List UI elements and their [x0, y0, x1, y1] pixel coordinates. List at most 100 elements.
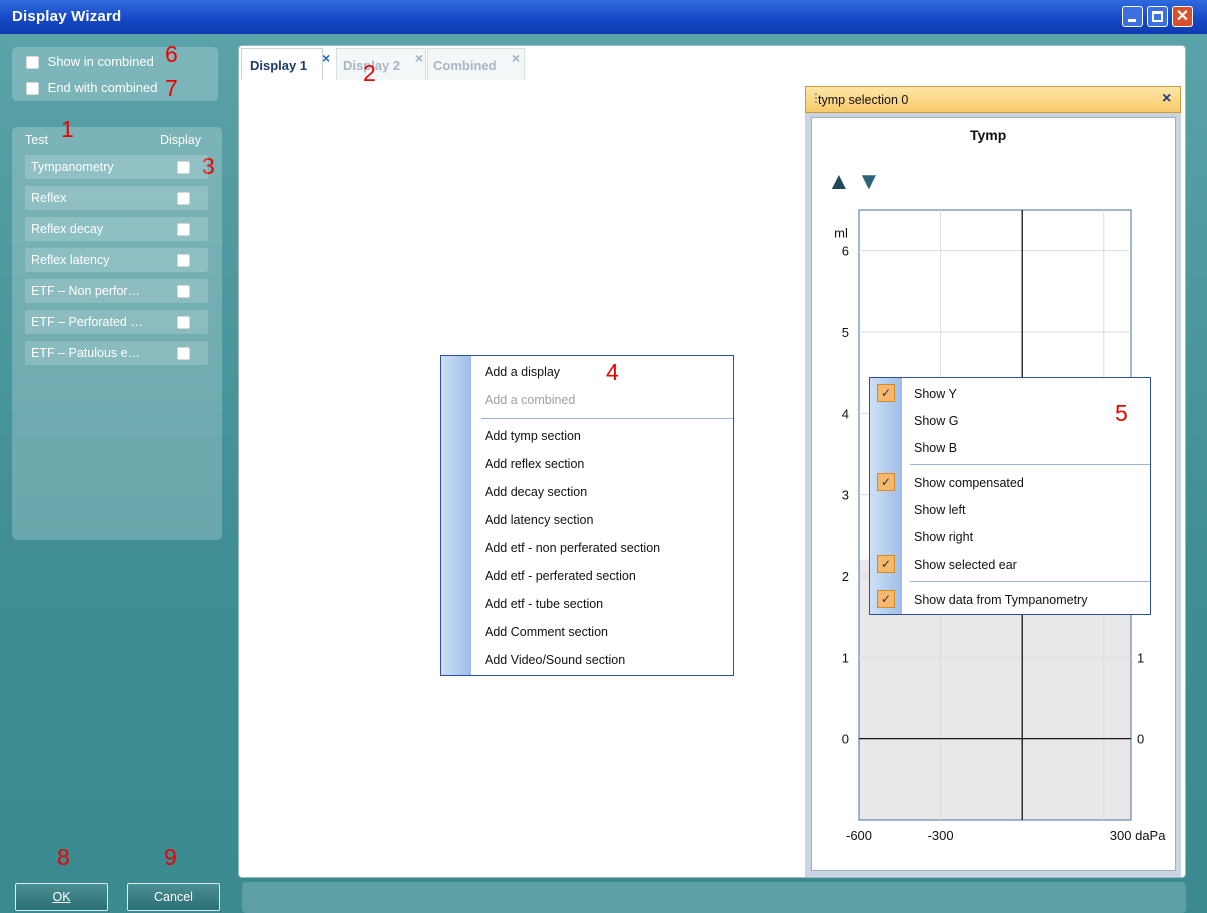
menu-item-add-etf-tube[interactable]: Add etf - tube section — [485, 597, 603, 611]
callout-4: 4 — [606, 359, 619, 385]
menu-item-add-etf-non-perferated[interactable]: Add etf - non perferated section — [485, 541, 660, 555]
test-item-label: Reflex latency — [31, 253, 110, 267]
menu-item-add-etf-perferated[interactable]: Add etf - perferated section — [485, 569, 636, 583]
tymp-menu-item[interactable]: ✓ Show selected ear — [870, 555, 1150, 575]
menu-item-add-combined: Add a combined — [485, 393, 576, 407]
tymp-menu-item[interactable]: ✓ Show data from Tympanometry — [870, 590, 1150, 610]
tymp-options-menu: ✓ Show Y Show G Show B ✓ Show compensated Show… — [869, 377, 1151, 615]
show-in-combined-option[interactable]: Show in combined — [26, 54, 154, 70]
display-checkbox[interactable] — [177, 254, 190, 267]
menu-item-add-reflex-section[interactable]: Add reflex section — [485, 457, 584, 471]
tymp-section-title: tymp selection 0 — [818, 93, 909, 107]
tymp-menu-item-label: Show Y — [914, 387, 957, 401]
display-checkbox[interactable] — [177, 347, 190, 360]
tab-combined-label: Combined — [433, 58, 497, 73]
end-with-combined-option[interactable]: End with combined — [26, 80, 158, 96]
y-axis-label: ml — [834, 226, 848, 241]
show-in-combined-label: Show in combined — [47, 54, 154, 69]
test-item-label: ETF – Patulous e… — [31, 346, 141, 360]
y-tick-label: 6 — [842, 244, 849, 259]
tymp-chart-title: Tymp — [970, 127, 1007, 143]
title-bar[interactable]: Display Wizard ✕ — [0, 0, 1207, 34]
y-tick-label: 5 — [842, 325, 849, 340]
menu-separator — [910, 581, 1150, 582]
test-item-tympanometry[interactable]: Tympanometry — [25, 155, 208, 179]
test-item-reflex-decay[interactable]: Reflex decay — [25, 217, 208, 241]
x-tick-label: -300 — [928, 828, 954, 843]
tab-display-2-close-icon[interactable]: × — [415, 50, 423, 66]
menu-icon-strip — [441, 356, 471, 675]
end-with-combined-label: End with combined — [47, 80, 158, 95]
tymp-menu-item-label: Show left — [914, 503, 966, 517]
close-window-button[interactable]: ✕ — [1172, 6, 1193, 27]
tymp-section-header[interactable]: ⋮ tymp selection 0 × — [805, 86, 1181, 113]
add-section-context-menu: Add a display Add a combined Add tymp se… — [440, 355, 734, 676]
test-item-label: ETF – Perforated … — [31, 315, 143, 329]
minimize-button[interactable] — [1122, 6, 1143, 27]
tab-display-1-label: Display 1 — [250, 58, 308, 73]
test-item-etf-non-perforated[interactable]: ETF – Non perfor… — [25, 279, 208, 303]
checkmark-icon: ✓ — [877, 384, 895, 402]
menu-item-add-tymp-section[interactable]: Add tymp section — [485, 429, 581, 443]
tymp-menu-item-label: Show B — [914, 441, 958, 455]
tymp-menu-item[interactable]: Show B — [870, 438, 1150, 458]
tymp-menu-item[interactable]: Show right — [870, 527, 1150, 547]
y-tick-label: 0 — [842, 732, 849, 747]
y-tick-label: 2 — [842, 569, 849, 584]
x-tick-label: 300 daPa — [1110, 828, 1166, 843]
test-item-label: Reflex decay — [31, 222, 104, 236]
checkmark-icon: ✓ — [877, 590, 895, 608]
tymp-menu-item-label: Show compensated — [914, 476, 1024, 490]
display-checkbox[interactable] — [177, 192, 190, 205]
callout-2: 2 — [363, 60, 376, 86]
callout-1: 1 — [61, 116, 74, 142]
tymp-menu-item-label: Show data from Tympanometry — [914, 593, 1088, 607]
test-item-label: Tympanometry — [31, 160, 114, 174]
x-tick-label: -600 — [846, 828, 872, 843]
tymp-menu-item-label: Show selected ear — [914, 558, 1017, 572]
menu-item-add-display[interactable]: Add a display — [485, 365, 560, 379]
window-title: Display Wizard — [12, 8, 122, 25]
checkmark-icon: ✓ — [877, 473, 895, 491]
display-checkbox[interactable] — [177, 285, 190, 298]
y-tick-label: 4 — [842, 406, 849, 421]
tymp-menu-item[interactable]: Show left — [870, 500, 1150, 520]
menu-item-add-comment[interactable]: Add Comment section — [485, 625, 608, 639]
tymp-menu-item[interactable]: Show G — [870, 411, 1150, 431]
test-item-etf-patulous[interactable]: ETF – Patulous e… — [25, 341, 208, 365]
tab-display-1-close-icon[interactable]: × — [322, 50, 330, 66]
callout-6: 6 — [165, 41, 178, 67]
menu-separator — [910, 464, 1150, 465]
callout-9: 9 — [164, 844, 177, 870]
test-item-reflex-latency[interactable]: Reflex latency — [25, 248, 208, 272]
test-item-label: Reflex — [31, 191, 67, 205]
ok-button[interactable]: OK — [15, 883, 108, 911]
display-checkbox[interactable] — [177, 316, 190, 329]
show-in-combined-checkbox[interactable] — [26, 56, 39, 70]
menu-item-add-video-sound[interactable]: Add Video/Sound section — [485, 653, 625, 667]
tab-combined-close-icon[interactable]: × — [512, 50, 520, 66]
cancel-button[interactable]: Cancel — [127, 883, 220, 911]
menu-item-add-decay-section[interactable]: Add decay section — [485, 485, 587, 499]
y2-tick-label: 1 — [1137, 650, 1144, 665]
display-column-header: Display — [160, 133, 201, 147]
scale-down-arrow-icon[interactable]: ▼ — [857, 168, 881, 196]
menu-item-add-latency-section[interactable]: Add latency section — [485, 513, 593, 527]
tymp-section-close-icon[interactable]: × — [1162, 90, 1171, 108]
tymp-menu-item[interactable]: ✓ Show Y — [870, 384, 1150, 404]
status-bar — [242, 882, 1186, 913]
end-with-combined-checkbox[interactable] — [26, 82, 39, 96]
test-column-header: Test — [25, 133, 48, 147]
test-item-reflex[interactable]: Reflex — [25, 186, 208, 210]
y-tick-label: 3 — [842, 488, 849, 503]
y2-tick-label: 0 — [1137, 732, 1144, 747]
display-checkbox[interactable] — [177, 223, 190, 236]
maximize-button[interactable] — [1147, 6, 1168, 27]
display-checkbox[interactable] — [177, 161, 190, 174]
test-item-etf-perforated[interactable]: ETF – Perforated … — [25, 310, 208, 334]
y-tick-label: 1 — [842, 650, 849, 665]
callout-8: 8 — [57, 844, 70, 870]
tymp-menu-item-label: Show G — [914, 414, 959, 428]
tymp-menu-item[interactable]: ✓ Show compensated — [870, 473, 1150, 493]
scale-up-arrow-icon[interactable]: ▲ — [827, 168, 851, 196]
